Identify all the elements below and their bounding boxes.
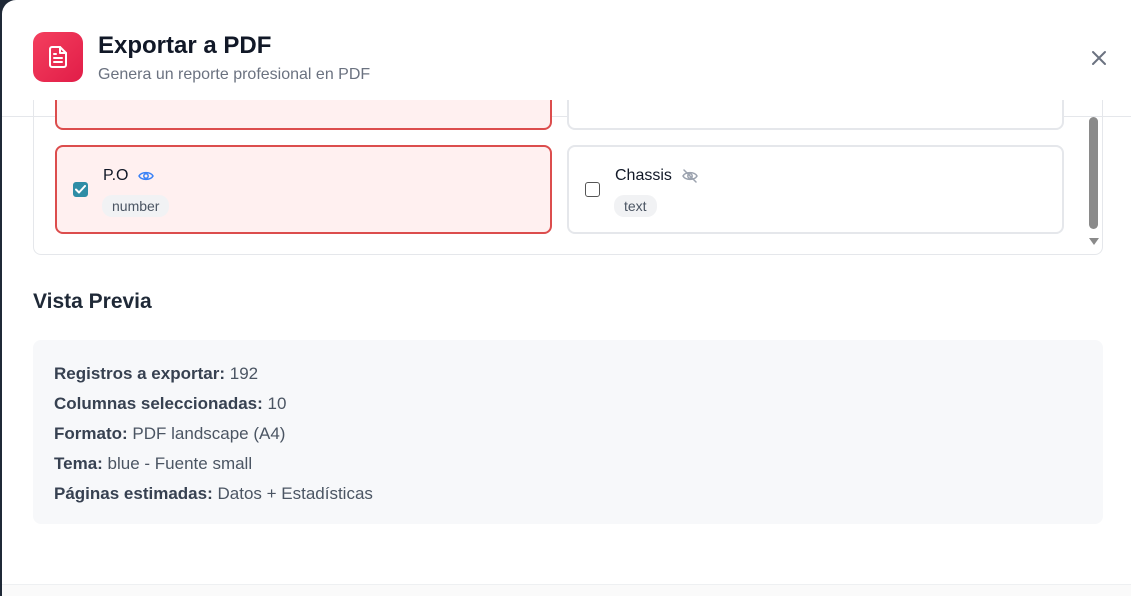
check-icon [75,185,86,194]
preview-value: 10 [267,394,287,413]
preview-summary: Registros a exportar: 192 Columnas selec… [33,340,1103,524]
column-selector: P.O number Chassis text [33,100,1103,255]
preview-line-format: Formato: PDF landscape (A4) [54,421,1082,451]
preview-label: Tema: [54,454,103,473]
preview-label: Páginas estimadas: [54,484,213,503]
column-name: P.O [103,167,129,184]
column-name: Chassis [615,167,672,184]
column-card[interactable] [567,100,1064,130]
preview-line-pages: Páginas estimadas: Datos + Estadísticas [54,481,1082,511]
preview-line-theme: Tema: blue - Fuente small [54,451,1082,481]
scrollbar-thumb[interactable] [1089,117,1098,229]
preview-label: Columnas seleccionadas: [54,394,263,413]
column-checkbox-chassis[interactable] [585,182,600,197]
close-icon[interactable] [1087,46,1111,70]
file-text-icon [33,32,83,82]
preview-value: Datos + Estadísticas [217,484,373,503]
preview-heading: Vista Previa [33,290,152,313]
scrollbar[interactable] [1089,100,1099,245]
export-pdf-dialog: Exportar a PDF Genera un reporte profesi… [2,0,1131,596]
column-card[interactable] [55,100,552,130]
preview-value: blue - Fuente small [107,454,253,473]
preview-value: 192 [229,364,259,383]
eye-icon[interactable] [138,169,154,183]
scroll-down-arrow-icon[interactable] [1089,238,1099,245]
column-card-chassis[interactable]: Chassis text [567,145,1064,234]
preview-line-records: Registros a exportar: 192 [54,361,1082,391]
preview-label: Registros a exportar: [54,364,225,383]
dialog-footer [2,585,1131,596]
column-card-po[interactable]: P.O number [55,145,552,234]
close-button[interactable] [1087,46,1111,70]
preview-value: PDF landscape (A4) [132,424,286,443]
dialog-title: Exportar a PDF [98,32,272,59]
preview-line-columns: Columnas seleccionadas: 10 [54,391,1082,421]
dialog-subtitle: Genera un reporte profesional en PDF [98,66,371,83]
column-type-badge: number [102,195,170,217]
preview-label: Formato: [54,424,128,443]
eye-off-icon[interactable] [682,169,698,183]
column-type-badge: text [614,195,657,217]
column-checkbox-po[interactable] [73,182,88,197]
